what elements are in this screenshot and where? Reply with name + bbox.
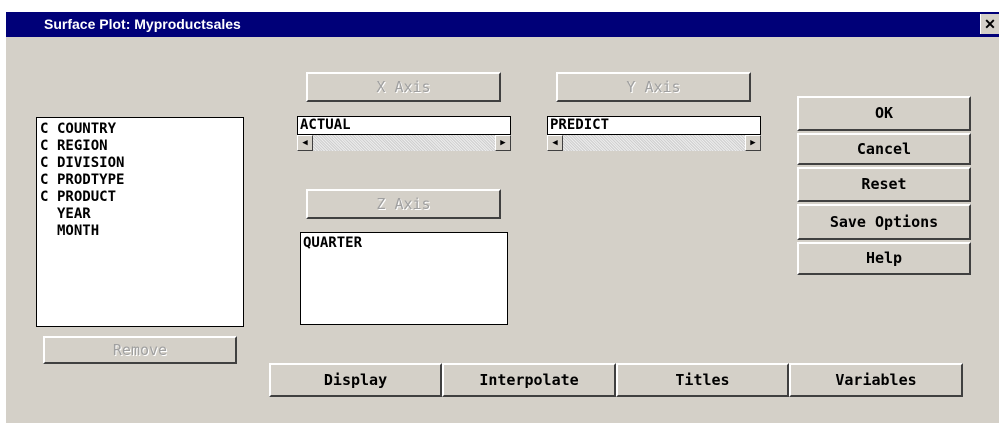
list-item[interactable]: C PRODUCT xyxy=(37,189,243,206)
variable-name: REGION xyxy=(57,138,108,154)
character-flag: C xyxy=(40,172,49,188)
title-bar[interactable]: Surface Plot: Myproductsales ✕ xyxy=(6,12,999,37)
help-button[interactable]: Help xyxy=(797,242,971,275)
y-axis-field[interactable]: PREDICT xyxy=(547,116,761,135)
x-axis-field[interactable]: ACTUAL xyxy=(297,116,511,135)
tab-titles[interactable]: Titles xyxy=(616,363,789,397)
variable-name: COUNTRY xyxy=(57,121,117,137)
left-margin xyxy=(0,0,6,423)
list-item[interactable]: C PRODTYPE xyxy=(37,172,243,189)
z-axis-listbox[interactable]: QUARTER xyxy=(300,232,508,325)
scroll-left-icon[interactable]: ◀ xyxy=(297,135,313,151)
x-axis-scrollbar[interactable]: ◀ ▶ xyxy=(297,135,511,151)
window-title: Surface Plot: Myproductsales xyxy=(44,16,241,32)
variable-name: PRODTYPE xyxy=(57,172,125,188)
close-icon[interactable]: ✕ xyxy=(980,14,999,34)
variable-name: DIVISION xyxy=(57,155,125,171)
scroll-left-icon[interactable]: ◀ xyxy=(547,135,563,151)
scroll-right-icon[interactable]: ▶ xyxy=(495,135,511,151)
character-flag: C xyxy=(40,189,49,205)
variables-listbox[interactable]: C COUNTRY C REGION C DIVISION C PRODTYPE C PR… xyxy=(36,117,244,327)
variable-name: YEAR xyxy=(57,206,91,222)
cancel-button[interactable]: Cancel xyxy=(797,133,971,165)
surface-plot-window: Surface Plot: Myproductsales ✕ C COUNTRY … xyxy=(0,0,999,423)
x-axis-button[interactable]: X Axis xyxy=(306,72,501,102)
tab-interpolate[interactable]: Interpolate xyxy=(442,363,616,397)
list-item[interactable]: C REGION xyxy=(37,138,243,155)
variable-name: PRODUCT xyxy=(57,189,117,205)
list-item[interactable]: YEAR xyxy=(37,206,243,223)
tab-display[interactable]: Display xyxy=(269,363,442,397)
y-axis-button[interactable]: Y Axis xyxy=(556,72,751,102)
reset-button[interactable]: Reset xyxy=(797,167,971,202)
remove-button[interactable]: Remove xyxy=(43,336,237,364)
y-axis-scrollbar[interactable]: ◀ ▶ xyxy=(547,135,761,151)
list-item[interactable]: MONTH xyxy=(37,223,243,240)
ok-button[interactable]: OK xyxy=(797,96,971,131)
list-item[interactable]: C DIVISION xyxy=(37,155,243,172)
top-margin xyxy=(0,0,999,12)
character-flag: C xyxy=(40,155,49,171)
save-options-button[interactable]: Save Options xyxy=(797,204,971,240)
character-flag: C xyxy=(40,138,49,154)
variable-name: MONTH xyxy=(57,223,100,239)
tab-variables[interactable]: Variables xyxy=(789,363,963,397)
scroll-right-icon[interactable]: ▶ xyxy=(745,135,761,151)
z-axis-button[interactable]: Z Axis xyxy=(306,189,501,219)
list-item[interactable]: C COUNTRY xyxy=(37,121,243,138)
character-flag: C xyxy=(40,121,49,137)
